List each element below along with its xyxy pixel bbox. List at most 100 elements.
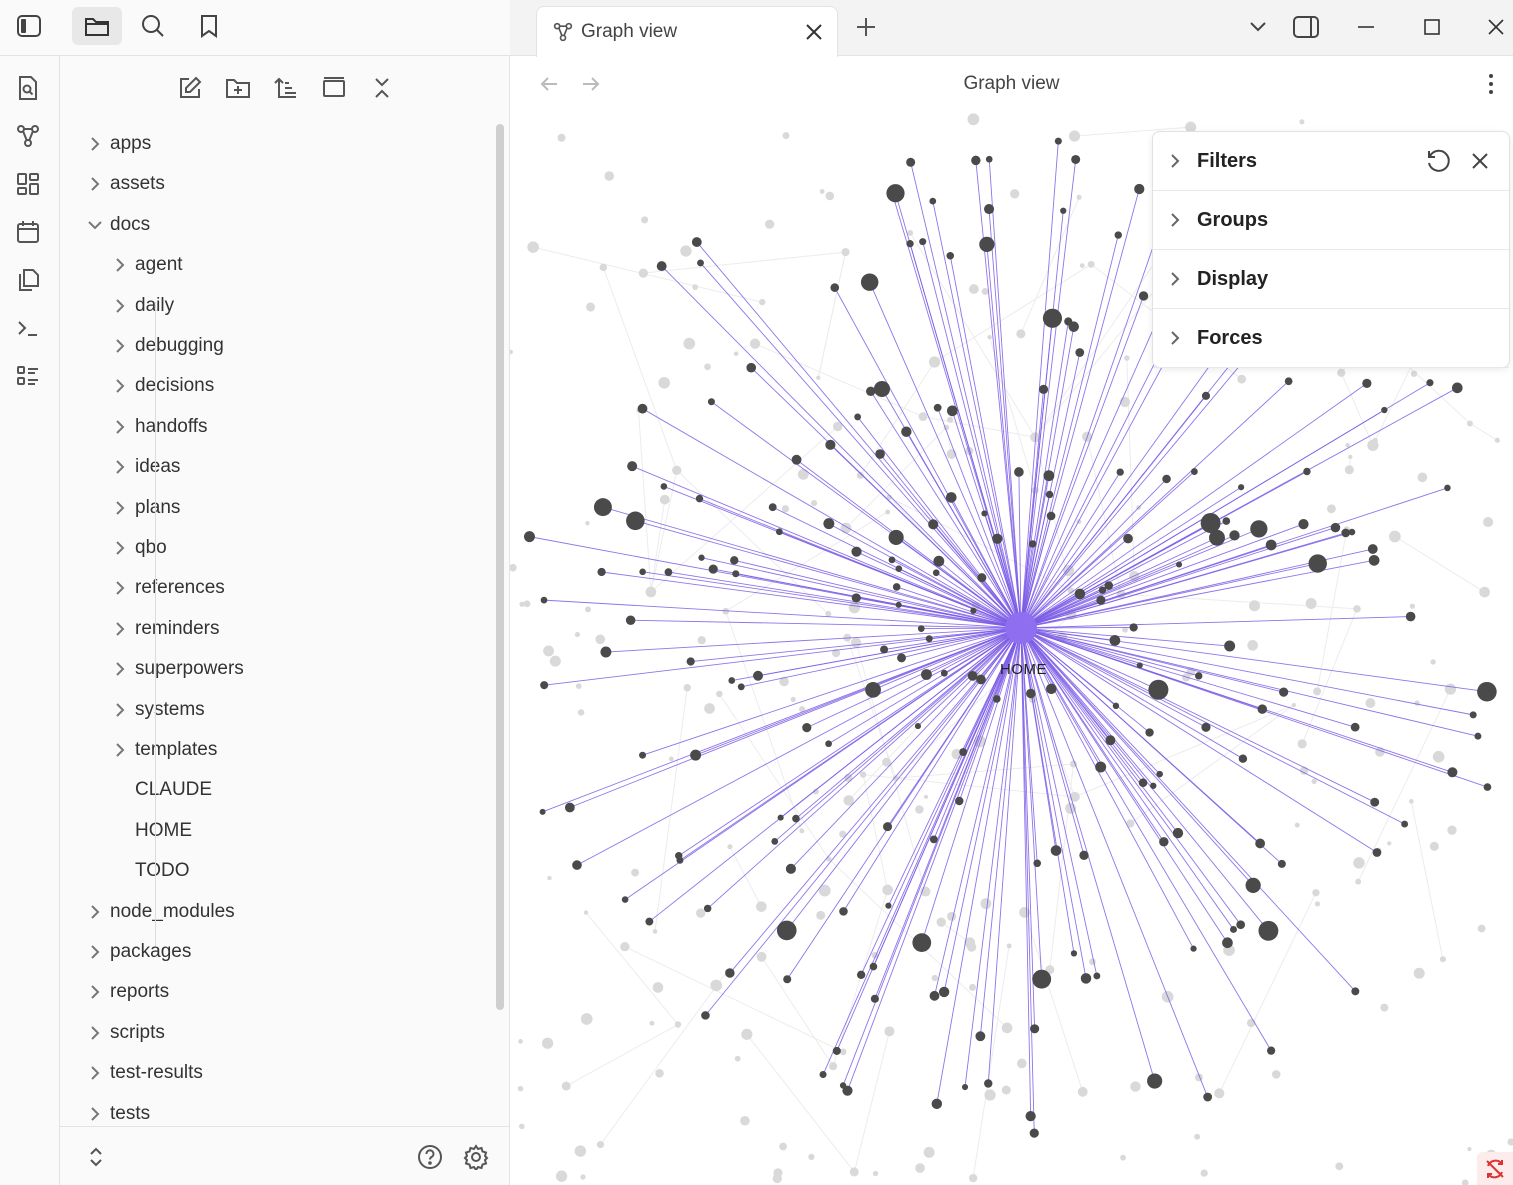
graph-node[interactable] [775,528,783,536]
graph-node[interactable] [1162,474,1171,484]
graph-node[interactable] [819,1070,827,1079]
graph-node[interactable] [1265,539,1277,551]
graph-node[interactable] [1474,732,1482,740]
graph-node[interactable] [886,184,905,203]
tree-file[interactable]: CLAUDE [107,772,212,808]
graph-node[interactable] [1070,950,1078,957]
tree-folder[interactable]: ideas [107,449,180,485]
graph-node[interactable] [593,498,612,517]
new-folder-button[interactable] [220,70,256,106]
graph-node[interactable] [1114,231,1122,239]
graph-node[interactable] [1028,540,1037,548]
graph-node[interactable] [1303,467,1311,476]
bookmarks-tab-button[interactable] [184,7,234,45]
graph-node[interactable] [1330,522,1341,533]
help-button[interactable] [412,1139,448,1175]
section-filters[interactable]: Filters [1153,132,1509,191]
graph-node[interactable] [981,510,988,517]
graph-node[interactable] [776,920,797,941]
graph-node[interactable] [938,986,950,998]
graph-node[interactable] [728,677,736,684]
graph-node[interactable] [1258,920,1279,941]
graph-node[interactable] [1230,925,1237,933]
graph-node[interactable] [1112,702,1120,710]
graph-node[interactable] [1224,640,1236,652]
graph-node[interactable] [1134,183,1145,195]
tree-folder[interactable]: daily [107,288,174,324]
graph-node[interactable] [892,583,901,591]
graph-node[interactable] [1267,1046,1276,1055]
graph-node[interactable] [1050,845,1062,856]
graph-node[interactable] [1222,937,1233,949]
tree-folder[interactable]: debugging [107,328,224,364]
graph-node[interactable] [783,975,792,984]
graph-node[interactable] [664,568,673,576]
graph-node[interactable] [959,748,968,757]
graph-node[interactable] [1054,137,1062,145]
graph-node[interactable] [929,990,940,1001]
tree-folder[interactable]: packages [82,934,191,970]
graph-node[interactable] [1071,154,1081,165]
graph-node[interactable] [785,863,796,874]
graph-node[interactable] [1145,728,1154,737]
tree-folder[interactable]: superpowers [107,651,244,687]
graph-node[interactable] [1150,782,1157,789]
graph-node[interactable] [645,917,654,926]
minimize-button[interactable] [1346,8,1386,46]
search-tab-button[interactable] [128,7,178,45]
sort-button[interactable] [268,70,304,106]
toggle-sidebar-button[interactable] [4,7,54,45]
graph-node[interactable] [912,933,932,953]
toggle-right-sidebar-button[interactable] [1286,8,1326,46]
graph-node[interactable] [639,751,647,759]
close-window-button[interactable] [1476,8,1513,46]
graph-node[interactable] [753,670,763,681]
graph-node[interactable] [895,601,902,608]
graph-node[interactable] [1341,528,1351,538]
tree-folder[interactable]: reminders [107,611,219,647]
graph-node[interactable] [1104,581,1114,590]
graph-node[interactable] [1046,683,1057,695]
graph-node[interactable] [1257,704,1268,714]
graph-node[interactable] [1033,859,1042,868]
graph-node[interactable] [1308,554,1327,573]
graph-node[interactable] [1405,611,1416,622]
graph-node[interactable] [746,362,757,373]
graph-node[interactable] [1147,1073,1163,1089]
graph-node[interactable] [1245,877,1261,894]
graph-node[interactable] [1172,827,1184,839]
graph-node[interactable] [1123,533,1133,544]
graph-node[interactable] [1195,672,1203,680]
graph-node[interactable] [880,645,889,654]
templates-button[interactable] [6,260,50,300]
explorer-scrollbar[interactable] [496,124,504,1010]
tree-folder[interactable]: handoffs [107,409,208,445]
graph-node[interactable] [1105,735,1116,746]
graph-node[interactable] [1372,848,1382,857]
graph-node[interactable] [703,904,712,913]
tree-folder[interactable]: tests [82,1096,150,1124]
tree-folder[interactable]: qbo [107,530,167,566]
graph-node[interactable] [901,426,912,437]
close-tab-button[interactable] [801,19,827,45]
graph-node[interactable] [1368,554,1380,566]
graph-node[interactable] [933,403,942,412]
graph-node[interactable] [967,671,978,681]
tree-folder[interactable]: test-results [82,1055,203,1091]
graph-node[interactable] [1201,391,1211,400]
graph-node[interactable] [1075,348,1085,357]
graph-node[interactable] [725,968,735,978]
graph-node[interactable] [697,259,704,267]
graph-node[interactable] [1426,379,1434,387]
graph-node[interactable] [870,994,879,1003]
terminal-button[interactable] [6,308,50,348]
graph-node[interactable] [875,449,885,459]
graph-node[interactable] [865,681,881,698]
graph-node[interactable] [1074,588,1086,600]
graph-node[interactable] [890,193,897,200]
graph-node[interactable] [1042,308,1063,328]
canvas-button[interactable] [6,164,50,204]
graph-node[interactable] [686,657,695,666]
graph-node[interactable] [888,529,904,545]
graph-node[interactable] [1116,468,1124,476]
